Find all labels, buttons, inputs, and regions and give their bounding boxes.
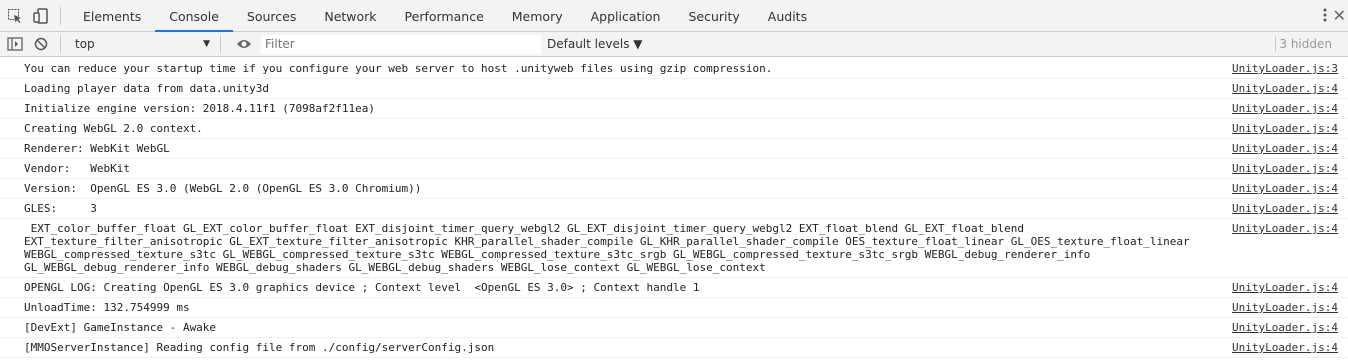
source-link[interactable]: UnityLoader.js:4 [1232,142,1338,155]
source-link[interactable]: UnityLoader.js:4 [1232,122,1338,135]
console-message: OPENGL LOG: Creating OpenGL ES 3.0 graph… [0,278,1348,298]
source-link[interactable]: UnityLoader.js:4 [1232,102,1338,115]
more-options-icon[interactable] [1322,7,1328,26]
message-text: Loading player data from data.unity3d [24,82,270,95]
console-message: Loading player data from data.unity3d Uni… [0,79,1348,99]
console-message: Vendor: WebKit UnityLoader.js:4 [0,159,1348,179]
tab-elements[interactable]: Elements [69,0,155,31]
toolbar-divider [60,35,61,53]
console-message: [DevExt] GameInstance - Awake UnityLoader… [0,318,1348,338]
devtools-tabbar: Elements Console Sources Network Perform… [0,0,1348,32]
toolbar-divider [60,6,61,25]
console-messages: You can reduce your startup time if you … [0,59,1348,358]
tab-network[interactable]: Network [310,0,390,31]
source-link[interactable]: UnityLoader.js:4 [1232,202,1338,215]
message-text: [DevExt] GameInstance - Awake [24,321,217,334]
console-message: [MMOServerInstance] Reading config file … [0,338,1348,358]
inspect-element-icon[interactable] [4,5,26,27]
log-levels-dropdown[interactable]: Default levels ▼ [547,37,643,51]
message-text: Renderer: WebKit WebGL [24,142,170,155]
tab-memory[interactable]: Memory [498,0,577,31]
message-text: [MMOServerInstance] Reading config file … [24,341,495,354]
filter-input[interactable] [261,34,541,54]
message-text: EXT_color_buffer_float GL_EXT_color_buff… [24,222,1197,274]
message-text: Version: OpenGL ES 3.0 (WebGL 2.0 (OpenG… [24,182,422,195]
message-text: Vendor: WebKit [24,162,130,175]
console-message: Creating WebGL 2.0 context. UnityLoader.j… [0,119,1348,139]
message-text: Initialize engine version: 2018.4.11f1 (… [24,102,375,115]
source-link[interactable]: UnityLoader.js:3 [1232,62,1338,75]
toolbar-divider [220,35,221,53]
show-sidebar-icon[interactable] [4,33,26,55]
tab-application[interactable]: Application [577,0,675,31]
source-link[interactable]: UnityLoader.js:4 [1232,301,1338,314]
message-text: OPENGL LOG: Creating OpenGL ES 3.0 graph… [24,281,700,294]
live-expression-eye-icon[interactable] [233,33,255,55]
source-link[interactable]: UnityLoader.js:4 [1232,321,1338,334]
message-text: UnloadTime: 132.754999 ms [24,301,190,314]
tab-audits[interactable]: Audits [754,0,821,31]
tab-security[interactable]: Security [674,0,753,31]
console-message: Version: OpenGL ES 3.0 (WebGL 2.0 (OpenG… [0,179,1348,199]
chevron-down-icon: ▼ [203,39,210,49]
message-text: GLES: 3 [24,202,97,215]
close-icon[interactable]: ✕ [1333,6,1346,25]
toolbar-divider [1275,36,1276,52]
clear-console-icon[interactable] [30,33,52,55]
console-message: Renderer: WebKit WebGL UnityLoader.js:4 [0,139,1348,159]
context-selector[interactable]: top ▼ [75,34,212,54]
console-toolbar: top ▼ Default levels ▼ 3 hidden [0,32,1348,57]
tab-sources[interactable]: Sources [233,0,310,31]
console-message: You can reduce your startup time if you … [0,59,1348,79]
console-message: EXT_color_buffer_float GL_EXT_color_buff… [0,219,1348,278]
source-link[interactable]: UnityLoader.js:4 [1232,222,1338,235]
source-link[interactable]: UnityLoader.js:4 [1232,182,1338,195]
source-link[interactable]: UnityLoader.js:4 [1232,341,1338,354]
console-message: Initialize engine version: 2018.4.11f1 (… [0,99,1348,119]
context-selector-value: top [75,37,95,51]
source-link[interactable]: UnityLoader.js:4 [1232,162,1338,175]
source-link[interactable]: UnityLoader.js:4 [1232,281,1338,294]
hidden-count: 3 hidden [1279,37,1332,51]
source-link[interactable]: UnityLoader.js:4 [1232,82,1338,95]
console-message: UnloadTime: 132.754999 ms UnityLoader.js:… [0,298,1348,318]
message-text: Creating WebGL 2.0 context. [24,122,203,135]
message-text: You can reduce your startup time if you … [24,62,773,75]
device-toolbar-icon[interactable] [30,5,52,27]
console-message: GLES: 3 UnityLoader.js:4 [0,199,1348,219]
tab-console[interactable]: Console [155,0,233,32]
tab-performance[interactable]: Performance [391,0,498,31]
